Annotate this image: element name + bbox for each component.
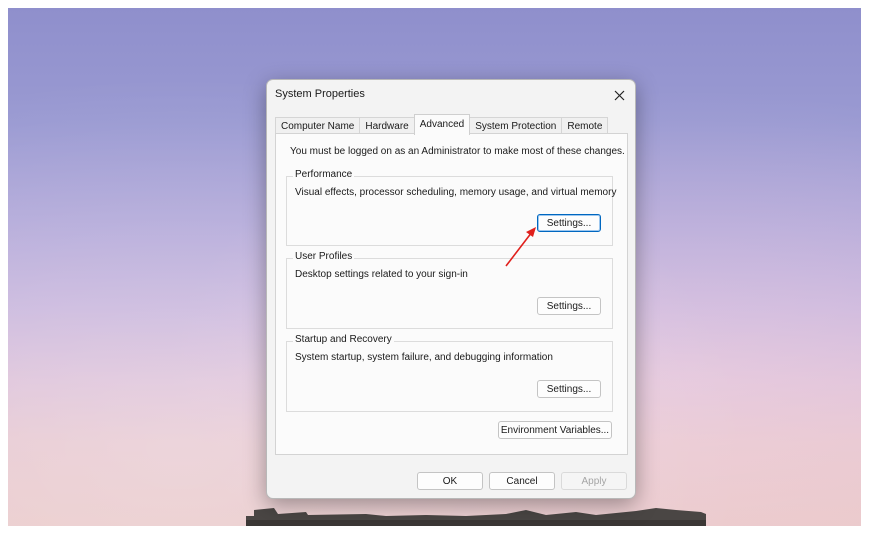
- user-profiles-settings-button[interactable]: Settings...: [537, 297, 601, 315]
- admin-notice: You must be logged on as an Administrato…: [290, 146, 625, 157]
- close-icon: [614, 90, 624, 100]
- red-arrow-icon: [505, 227, 536, 267]
- user-profiles-group: User Profiles Desktop settings related t…: [286, 251, 613, 329]
- tab-advanced[interactable]: Advanced: [413, 114, 471, 135]
- advanced-tab-panel: You must be logged on as an Administrato…: [275, 133, 628, 455]
- performance-settings-button[interactable]: Settings...: [537, 214, 601, 232]
- cancel-button[interactable]: Cancel: [489, 472, 555, 490]
- apply-button[interactable]: Apply: [561, 472, 627, 490]
- startup-recovery-settings-button[interactable]: Settings...: [537, 380, 601, 398]
- startup-recovery-description: System startup, system failure, and debu…: [295, 352, 553, 363]
- ok-button[interactable]: OK: [417, 472, 483, 490]
- window-title: System Properties: [275, 88, 365, 100]
- castle-silhouette-image: [246, 508, 706, 526]
- title-bar: System Properties: [267, 80, 635, 110]
- close-button[interactable]: [603, 80, 635, 110]
- startup-recovery-title: Startup and Recovery: [293, 334, 394, 345]
- environment-variables-button[interactable]: Environment Variables...: [498, 421, 612, 439]
- user-profiles-title: User Profiles: [293, 251, 355, 262]
- performance-description: Visual effects, processor scheduling, me…: [295, 187, 617, 198]
- system-properties-dialog: System Properties Computer Name Hardware…: [266, 79, 636, 499]
- performance-title: Performance: [293, 169, 355, 180]
- tab-strip: Computer Name Hardware Advanced System P…: [275, 114, 609, 135]
- performance-group: Performance Visual effects, processor sc…: [286, 169, 617, 246]
- startup-recovery-group: Startup and Recovery System startup, sys…: [286, 334, 613, 412]
- user-profiles-description: Desktop settings related to your sign-in: [295, 269, 468, 280]
